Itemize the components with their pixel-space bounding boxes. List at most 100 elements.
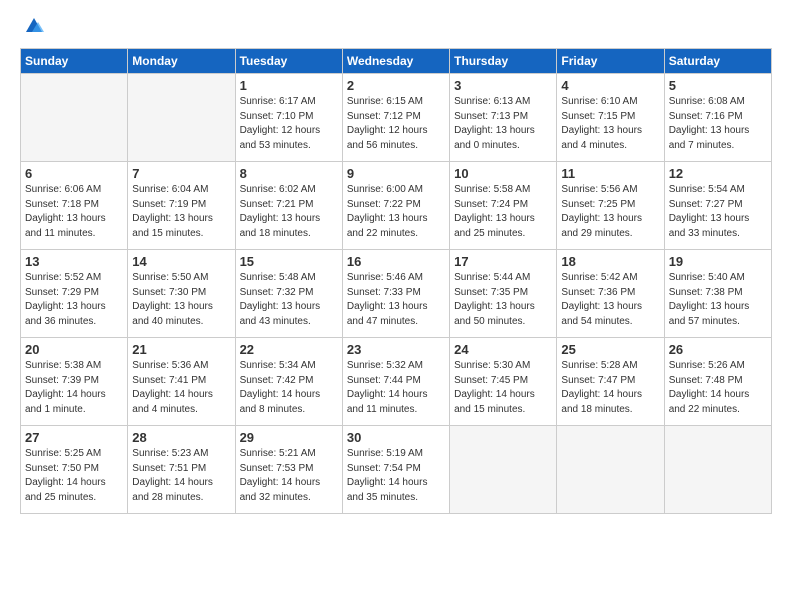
day-cell: 30Sunrise: 5:19 AM Sunset: 7:54 PM Dayli… — [342, 426, 449, 514]
day-info: Sunrise: 6:15 AM Sunset: 7:12 PM Dayligh… — [347, 95, 445, 153]
day-cell: 1 Sunrise: 6:17 AM Sunset: 7:10 PM Daylig… — [235, 74, 342, 162]
day-info: Sunrise: 5:52 AM Sunset: 7:29 PM Dayligh… — [25, 271, 123, 329]
day-number: 7 — [132, 166, 230, 181]
day-cell: 25Sunrise: 5:28 AM Sunset: 7:47 PM Dayli… — [557, 338, 664, 426]
weekday-header-friday: Friday — [557, 49, 664, 74]
day-number: 12 — [669, 166, 767, 181]
page: SundayMondayTuesdayWednesdayThursdayFrid… — [0, 0, 792, 612]
day-cell: 5 Sunrise: 6:08 AM Sunset: 7:16 PM Daylig… — [664, 74, 771, 162]
day-number: 21 — [132, 342, 230, 357]
day-cell: 28 Sunrise: 5:23 AM Sunset: 7:51 PM Dayli… — [128, 426, 235, 514]
day-number: 4 — [561, 78, 659, 93]
day-number: 5 — [669, 78, 767, 93]
day-number: 1 — [240, 78, 338, 93]
day-cell: 12 Sunrise: 5:54 AM Sunset: 7:27 PM Dayli… — [664, 162, 771, 250]
day-cell: 8Sunrise: 6:02 AM Sunset: 7:21 PM Daylig… — [235, 162, 342, 250]
day-info: Sunrise: 6:04 AM Sunset: 7:19 PM Dayligh… — [132, 183, 230, 241]
day-number: 2 — [347, 78, 445, 93]
day-info: Sunrise: 5:50 AM Sunset: 7:30 PM Dayligh… — [132, 271, 230, 329]
header — [20, 16, 772, 38]
day-info: Sunrise: 5:36 AM Sunset: 7:41 PM Dayligh… — [132, 359, 230, 417]
week-row-3: 13 Sunrise: 5:52 AM Sunset: 7:29 PM Dayli… — [21, 250, 772, 338]
weekday-header-monday: Monday — [128, 49, 235, 74]
day-cell: 26Sunrise: 5:26 AM Sunset: 7:48 PM Dayli… — [664, 338, 771, 426]
day-number: 3 — [454, 78, 552, 93]
day-number: 8 — [240, 166, 338, 181]
weekday-header-saturday: Saturday — [664, 49, 771, 74]
day-info: Sunrise: 5:58 AM Sunset: 7:24 PM Dayligh… — [454, 183, 552, 241]
day-info: Sunrise: 5:40 AM Sunset: 7:38 PM Dayligh… — [669, 271, 767, 329]
day-info: Sunrise: 5:26 AM Sunset: 7:48 PM Dayligh… — [669, 359, 767, 417]
day-number: 28 — [132, 430, 230, 445]
day-cell: 9 Sunrise: 6:00 AM Sunset: 7:22 PM Daylig… — [342, 162, 449, 250]
day-number: 24 — [454, 342, 552, 357]
day-cell: 13 Sunrise: 5:52 AM Sunset: 7:29 PM Dayli… — [21, 250, 128, 338]
day-cell: 6Sunrise: 6:06 AM Sunset: 7:18 PM Daylig… — [21, 162, 128, 250]
day-info: Sunrise: 5:30 AM Sunset: 7:45 PM Dayligh… — [454, 359, 552, 417]
day-info: Sunrise: 5:54 AM Sunset: 7:27 PM Dayligh… — [669, 183, 767, 241]
day-number: 19 — [669, 254, 767, 269]
day-number: 20 — [25, 342, 123, 357]
day-info: Sunrise: 6:00 AM Sunset: 7:22 PM Dayligh… — [347, 183, 445, 241]
day-info: Sunrise: 6:08 AM Sunset: 7:16 PM Dayligh… — [669, 95, 767, 153]
day-cell: 27 Sunrise: 5:25 AM Sunset: 7:50 PM Dayli… — [21, 426, 128, 514]
day-cell: 15 Sunrise: 5:48 AM Sunset: 7:32 PM Dayli… — [235, 250, 342, 338]
day-cell: 7 Sunrise: 6:04 AM Sunset: 7:19 PM Daylig… — [128, 162, 235, 250]
weekday-header-row: SundayMondayTuesdayWednesdayThursdayFrid… — [21, 49, 772, 74]
day-info: Sunrise: 5:21 AM Sunset: 7:53 PM Dayligh… — [240, 447, 338, 505]
weekday-header-thursday: Thursday — [450, 49, 557, 74]
day-cell: 20 Sunrise: 5:38 AM Sunset: 7:39 PM Dayli… — [21, 338, 128, 426]
day-cell — [557, 426, 664, 514]
day-number: 23 — [347, 342, 445, 357]
day-cell: 11 Sunrise: 5:56 AM Sunset: 7:25 PM Dayli… — [557, 162, 664, 250]
day-cell: 3Sunrise: 6:13 AM Sunset: 7:13 PM Daylig… — [450, 74, 557, 162]
day-info: Sunrise: 5:38 AM Sunset: 7:39 PM Dayligh… — [25, 359, 123, 417]
day-number: 11 — [561, 166, 659, 181]
week-row-2: 6Sunrise: 6:06 AM Sunset: 7:18 PM Daylig… — [21, 162, 772, 250]
day-info: Sunrise: 5:28 AM Sunset: 7:47 PM Dayligh… — [561, 359, 659, 417]
day-number: 16 — [347, 254, 445, 269]
day-cell — [664, 426, 771, 514]
day-info: Sunrise: 5:46 AM Sunset: 7:33 PM Dayligh… — [347, 271, 445, 329]
logo — [20, 16, 46, 38]
day-number: 18 — [561, 254, 659, 269]
day-cell: 4 Sunrise: 6:10 AM Sunset: 7:15 PM Daylig… — [557, 74, 664, 162]
day-number: 10 — [454, 166, 552, 181]
day-info: Sunrise: 5:25 AM Sunset: 7:50 PM Dayligh… — [25, 447, 123, 505]
day-info: Sunrise: 6:10 AM Sunset: 7:15 PM Dayligh… — [561, 95, 659, 153]
day-cell: 18 Sunrise: 5:42 AM Sunset: 7:36 PM Dayli… — [557, 250, 664, 338]
day-cell: 17 Sunrise: 5:44 AM Sunset: 7:35 PM Dayli… — [450, 250, 557, 338]
day-number: 17 — [454, 254, 552, 269]
day-cell: 14Sunrise: 5:50 AM Sunset: 7:30 PM Dayli… — [128, 250, 235, 338]
day-cell: 24 Sunrise: 5:30 AM Sunset: 7:45 PM Dayli… — [450, 338, 557, 426]
day-cell — [128, 74, 235, 162]
day-number: 9 — [347, 166, 445, 181]
weekday-header-wednesday: Wednesday — [342, 49, 449, 74]
week-row-5: 27 Sunrise: 5:25 AM Sunset: 7:50 PM Dayli… — [21, 426, 772, 514]
day-info: Sunrise: 5:42 AM Sunset: 7:36 PM Dayligh… — [561, 271, 659, 329]
day-number: 15 — [240, 254, 338, 269]
day-number: 27 — [25, 430, 123, 445]
day-cell: 29 Sunrise: 5:21 AM Sunset: 7:53 PM Dayli… — [235, 426, 342, 514]
day-info: Sunrise: 5:32 AM Sunset: 7:44 PM Dayligh… — [347, 359, 445, 417]
day-number: 13 — [25, 254, 123, 269]
day-info: Sunrise: 5:23 AM Sunset: 7:51 PM Dayligh… — [132, 447, 230, 505]
week-row-4: 20 Sunrise: 5:38 AM Sunset: 7:39 PM Dayli… — [21, 338, 772, 426]
day-cell: 19 Sunrise: 5:40 AM Sunset: 7:38 PM Dayli… — [664, 250, 771, 338]
day-info: Sunrise: 5:34 AM Sunset: 7:42 PM Dayligh… — [240, 359, 338, 417]
day-cell — [450, 426, 557, 514]
calendar-table: SundayMondayTuesdayWednesdayThursdayFrid… — [20, 48, 772, 514]
day-info: Sunrise: 6:06 AM Sunset: 7:18 PM Dayligh… — [25, 183, 123, 241]
day-info: Sunrise: 5:44 AM Sunset: 7:35 PM Dayligh… — [454, 271, 552, 329]
weekday-header-tuesday: Tuesday — [235, 49, 342, 74]
day-info: Sunrise: 5:48 AM Sunset: 7:32 PM Dayligh… — [240, 271, 338, 329]
day-number: 22 — [240, 342, 338, 357]
day-info: Sunrise: 6:17 AM Sunset: 7:10 PM Dayligh… — [240, 95, 338, 153]
day-cell: 10 Sunrise: 5:58 AM Sunset: 7:24 PM Dayli… — [450, 162, 557, 250]
day-cell: 22 Sunrise: 5:34 AM Sunset: 7:42 PM Dayli… — [235, 338, 342, 426]
day-info: Sunrise: 5:56 AM Sunset: 7:25 PM Dayligh… — [561, 183, 659, 241]
day-cell: 21 Sunrise: 5:36 AM Sunset: 7:41 PM Dayli… — [128, 338, 235, 426]
day-cell: 23 Sunrise: 5:32 AM Sunset: 7:44 PM Dayli… — [342, 338, 449, 426]
day-number: 29 — [240, 430, 338, 445]
week-row-1: 1 Sunrise: 6:17 AM Sunset: 7:10 PM Daylig… — [21, 74, 772, 162]
